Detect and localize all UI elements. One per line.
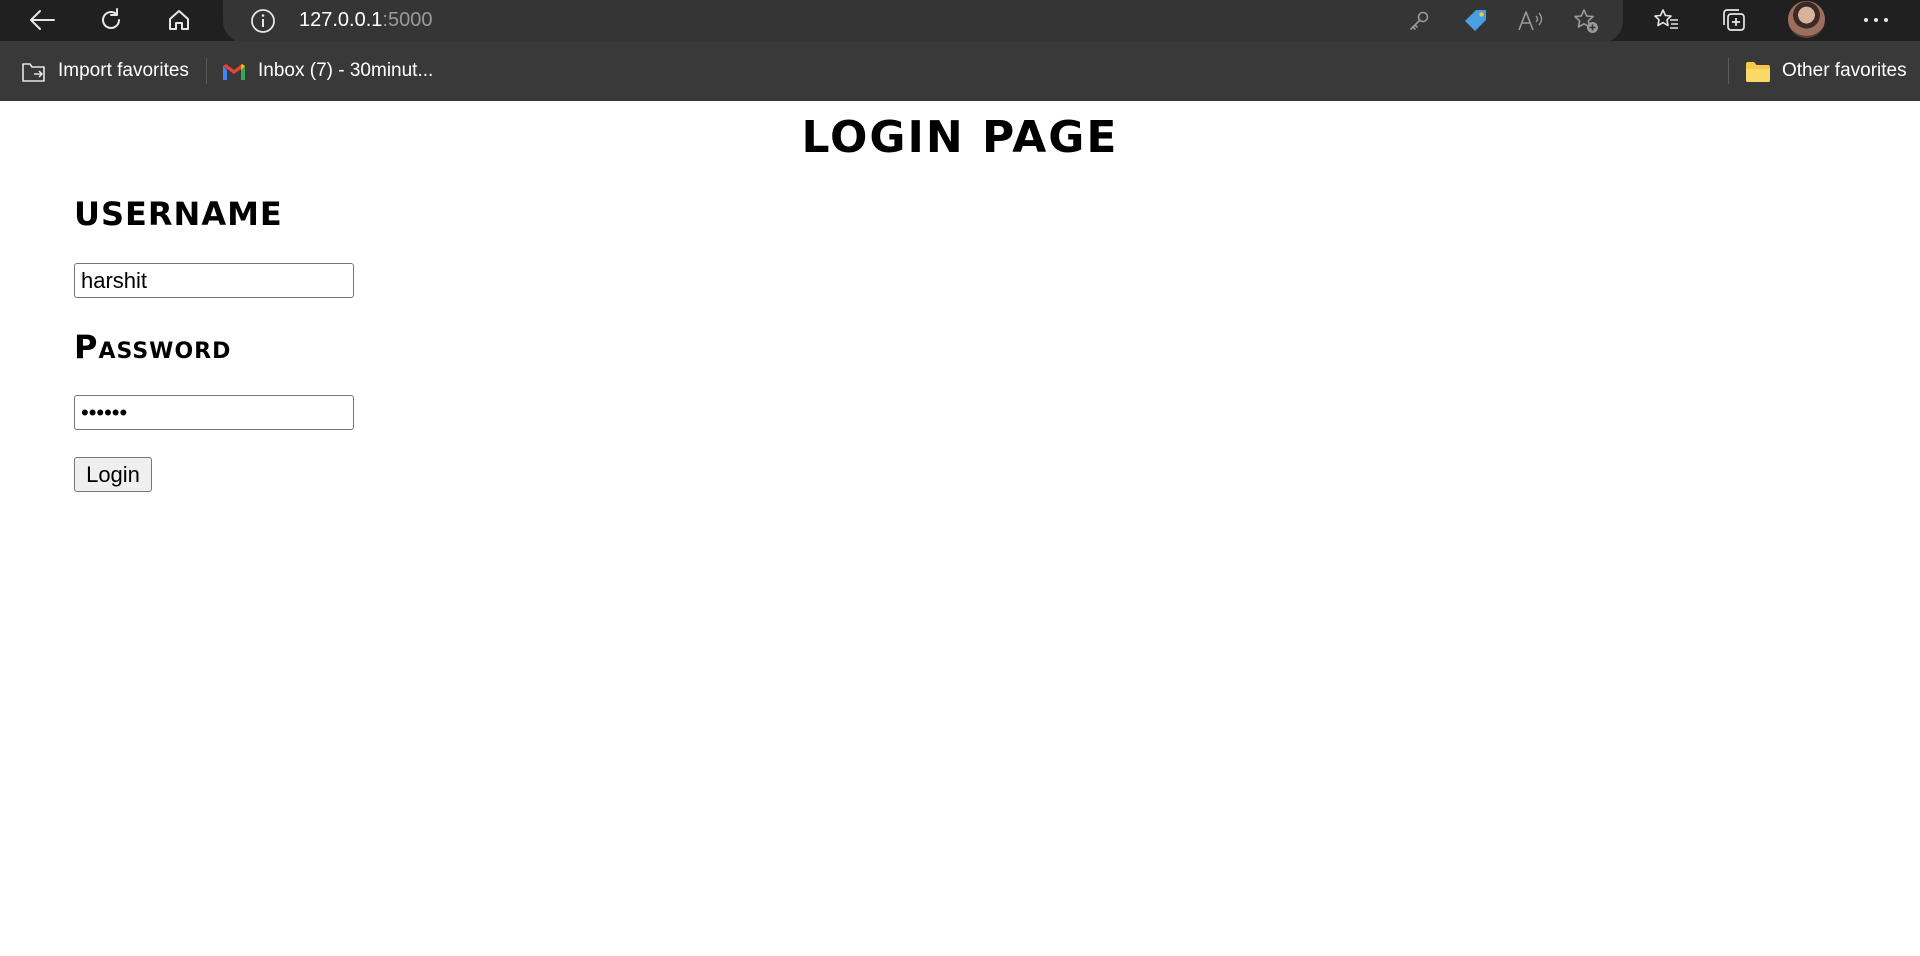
- username-label: USERNAME: [74, 195, 283, 233]
- import-favorites-icon[interactable]: [20, 58, 48, 86]
- url-port: :5000: [382, 9, 433, 31]
- url-text[interactable]: 127.0.0.1:5000: [299, 9, 432, 32]
- read-aloud-icon[interactable]: [1515, 6, 1547, 36]
- other-favorites-link[interactable]: Other favorites: [1782, 60, 1907, 82]
- back-arrow-icon[interactable]: [26, 4, 58, 36]
- refresh-icon[interactable]: [95, 4, 127, 36]
- password-input[interactable]: [74, 395, 354, 430]
- username-input[interactable]: [74, 263, 354, 298]
- home-icon[interactable]: [163, 4, 195, 36]
- login-button[interactable]: Login: [74, 457, 152, 492]
- key-icon[interactable]: [1404, 6, 1434, 36]
- more-options-icon[interactable]: [1860, 4, 1892, 36]
- site-info-icon[interactable]: [248, 6, 278, 36]
- profile-avatar[interactable]: [1788, 1, 1825, 38]
- favorites-icon[interactable]: [1650, 4, 1682, 36]
- page-title: LOGIN PAGE: [801, 112, 1119, 163]
- gmail-inbox-link[interactable]: Inbox (7) - 30minut...: [258, 60, 433, 82]
- url-host: 127.0.0.1: [299, 9, 383, 31]
- folder-icon[interactable]: [1744, 59, 1772, 85]
- gmail-icon[interactable]: [221, 60, 247, 84]
- password-label: Password: [74, 328, 232, 366]
- browser-toolbar: 127.0.0.1:5000: [0, 0, 1920, 43]
- coupon-tag-icon[interactable]: [1460, 5, 1492, 37]
- collections-icon[interactable]: [1718, 4, 1750, 36]
- add-favorite-icon[interactable]: [1570, 5, 1602, 37]
- favorites-divider: [206, 58, 207, 84]
- favorites-divider-right: [1728, 58, 1729, 84]
- import-favorites-link[interactable]: Import favorites: [58, 60, 189, 82]
